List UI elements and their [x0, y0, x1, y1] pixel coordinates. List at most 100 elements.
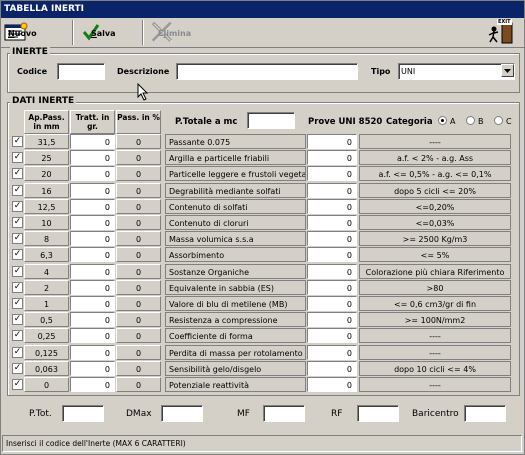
descrizione-input[interactable] — [176, 63, 358, 80]
row-pass-value: 0 — [116, 328, 161, 343]
row-prova-input[interactable]: 0 — [307, 377, 357, 392]
row-pass-value: 0 — [116, 166, 161, 181]
row-tratt-input[interactable]: 0 — [70, 296, 115, 311]
row-checkbox[interactable]: ✓ — [12, 266, 23, 277]
ptotale-input[interactable] — [247, 112, 295, 129]
salva-button[interactable]: Salva — [81, 21, 116, 45]
footer-label: DMax — [126, 409, 152, 419]
row-prova-input[interactable]: 0 — [307, 215, 357, 230]
row-limite: ---- — [359, 328, 511, 343]
row-prova-input[interactable]: 0 — [307, 328, 357, 343]
footer-field-baricentro[interactable] — [464, 405, 506, 422]
row-pass-value: 0 — [116, 377, 161, 392]
footer-field-dmax[interactable] — [161, 405, 203, 422]
row-prova-input[interactable]: 0 — [307, 150, 357, 165]
row-tratt-input[interactable]: 0 — [70, 134, 115, 149]
row-checkbox[interactable]: ✓ — [12, 249, 23, 260]
row-prova-input[interactable]: 0 — [307, 361, 357, 376]
row-tratt-input[interactable]: 0 — [70, 231, 115, 246]
col-header-tratt: Tratt. in gr. — [70, 110, 115, 134]
prove-label: Prove UNI 8520 — [308, 117, 383, 127]
row-prova-input[interactable]: 0 — [307, 183, 357, 198]
row-tratt-input[interactable]: 0 — [70, 247, 115, 262]
row-prova-input[interactable]: 0 — [307, 280, 357, 295]
row-tratt-input[interactable]: 0 — [70, 150, 115, 165]
row-prova-input[interactable]: 0 — [307, 247, 357, 262]
categoria-radio-b[interactable] — [466, 116, 475, 125]
exit-button[interactable]: EXIT — [486, 18, 514, 44]
footer-field-mf[interactable] — [263, 405, 305, 422]
row-checkbox[interactable]: ✓ — [12, 233, 23, 244]
row-prova-input[interactable]: 0 — [307, 264, 357, 279]
row-tratt-input[interactable]: 0 — [70, 166, 115, 181]
chevron-down-icon[interactable] — [501, 64, 514, 77]
row-checkbox[interactable]: ✓ — [12, 282, 23, 293]
row-prova-name: Coefficiente di forma — [165, 328, 306, 343]
tipo-select[interactable]: UNI — [398, 63, 515, 80]
footer-field-ptot[interactable] — [62, 405, 104, 422]
row-tratt-input[interactable]: 0 — [70, 199, 115, 214]
row-ap-pass: 0,25 — [24, 328, 69, 343]
row-checkbox[interactable]: ✓ — [12, 298, 23, 309]
row-prova-input[interactable]: 0 — [307, 345, 357, 360]
row-prova-name: Equivalente in sabbia (ES) — [165, 280, 306, 295]
row-tratt-input[interactable]: 0 — [70, 280, 115, 295]
row-prova-input[interactable]: 0 — [307, 296, 357, 311]
row-ap-pass: 1 — [24, 296, 69, 311]
row-checkbox[interactable]: ✓ — [12, 217, 23, 228]
row-pass-value: 0 — [116, 199, 161, 214]
row-pass-value: 0 — [116, 150, 161, 165]
row-tratt-input[interactable]: 0 — [70, 377, 115, 392]
mouse-cursor-icon — [137, 82, 149, 103]
row-limite: >= 2500 Kg/m3 — [359, 231, 511, 246]
row-checkbox[interactable]: ✓ — [12, 201, 23, 212]
row-checkbox[interactable]: ✓ — [12, 379, 23, 390]
row-checkbox[interactable]: ✓ — [12, 363, 23, 374]
row-prova-input[interactable]: 0 — [307, 312, 357, 327]
row-prova-name: Resistenza a compressione — [165, 312, 306, 327]
row-prova-input[interactable]: 0 — [307, 166, 357, 181]
row-tratt-input[interactable]: 0 — [70, 183, 115, 198]
main-window: TABELLA INERTI Nuovo Salva Elimina EXIT … — [0, 0, 525, 455]
row-ap-pass: 12,5 — [24, 199, 69, 214]
row-limite: <=0,20% — [359, 199, 511, 214]
row-limite: a.f. <= 0,5% - a.g. <= 0,1% — [359, 166, 511, 181]
row-pass-value: 0 — [116, 264, 161, 279]
row-prova-name: Perdita di massa per rotolamento — [165, 345, 306, 360]
descrizione-label: Descrizione — [117, 67, 170, 76]
row-checkbox[interactable]: ✓ — [12, 152, 23, 163]
row-limite: ---- — [359, 345, 511, 360]
row-prova-input[interactable]: 0 — [307, 199, 357, 214]
row-tratt-input[interactable]: 0 — [70, 328, 115, 343]
row-checkbox[interactable]: ✓ — [12, 330, 23, 341]
row-checkbox[interactable]: ✓ — [12, 168, 23, 179]
row-limite: Colorazione più chiara Riferimento — [359, 264, 511, 279]
footer-label: P.Tot. — [29, 409, 52, 419]
row-prova-name: Particelle leggere e frustoli vegetali — [165, 166, 306, 181]
footer-field-rf[interactable] — [357, 405, 399, 422]
row-pass-value: 0 — [116, 361, 161, 376]
elimina-button[interactable]: Elimina — [150, 21, 191, 45]
categoria-radio-label: C — [506, 117, 512, 126]
row-tratt-input[interactable]: 0 — [70, 264, 115, 279]
codice-input[interactable] — [57, 63, 105, 80]
row-ap-pass: 25 — [24, 150, 69, 165]
nuovo-button[interactable]: Nuovo — [4, 21, 37, 45]
categoria-radio-c[interactable] — [494, 116, 503, 125]
row-tratt-input[interactable]: 0 — [70, 345, 115, 360]
row-ap-pass: 0 — [24, 377, 69, 392]
row-checkbox[interactable]: ✓ — [12, 136, 23, 147]
row-tratt-input[interactable]: 0 — [70, 361, 115, 376]
row-ap-pass: 0,5 — [24, 312, 69, 327]
row-tratt-input[interactable]: 0 — [70, 312, 115, 327]
row-prova-name: Sensibilità gelo/disgelo — [165, 361, 306, 376]
row-tratt-input[interactable]: 0 — [70, 215, 115, 230]
row-checkbox[interactable]: ✓ — [12, 314, 23, 325]
row-checkbox[interactable]: ✓ — [12, 347, 23, 358]
row-prova-input[interactable]: 0 — [307, 231, 357, 246]
categoria-radio-a[interactable] — [438, 116, 447, 125]
col-header-ap: Ap.Pass. in mm — [24, 110, 69, 134]
row-checkbox[interactable]: ✓ — [12, 185, 23, 196]
row-prova-input[interactable]: 0 — [307, 134, 357, 149]
footer-label: MF — [237, 409, 250, 419]
